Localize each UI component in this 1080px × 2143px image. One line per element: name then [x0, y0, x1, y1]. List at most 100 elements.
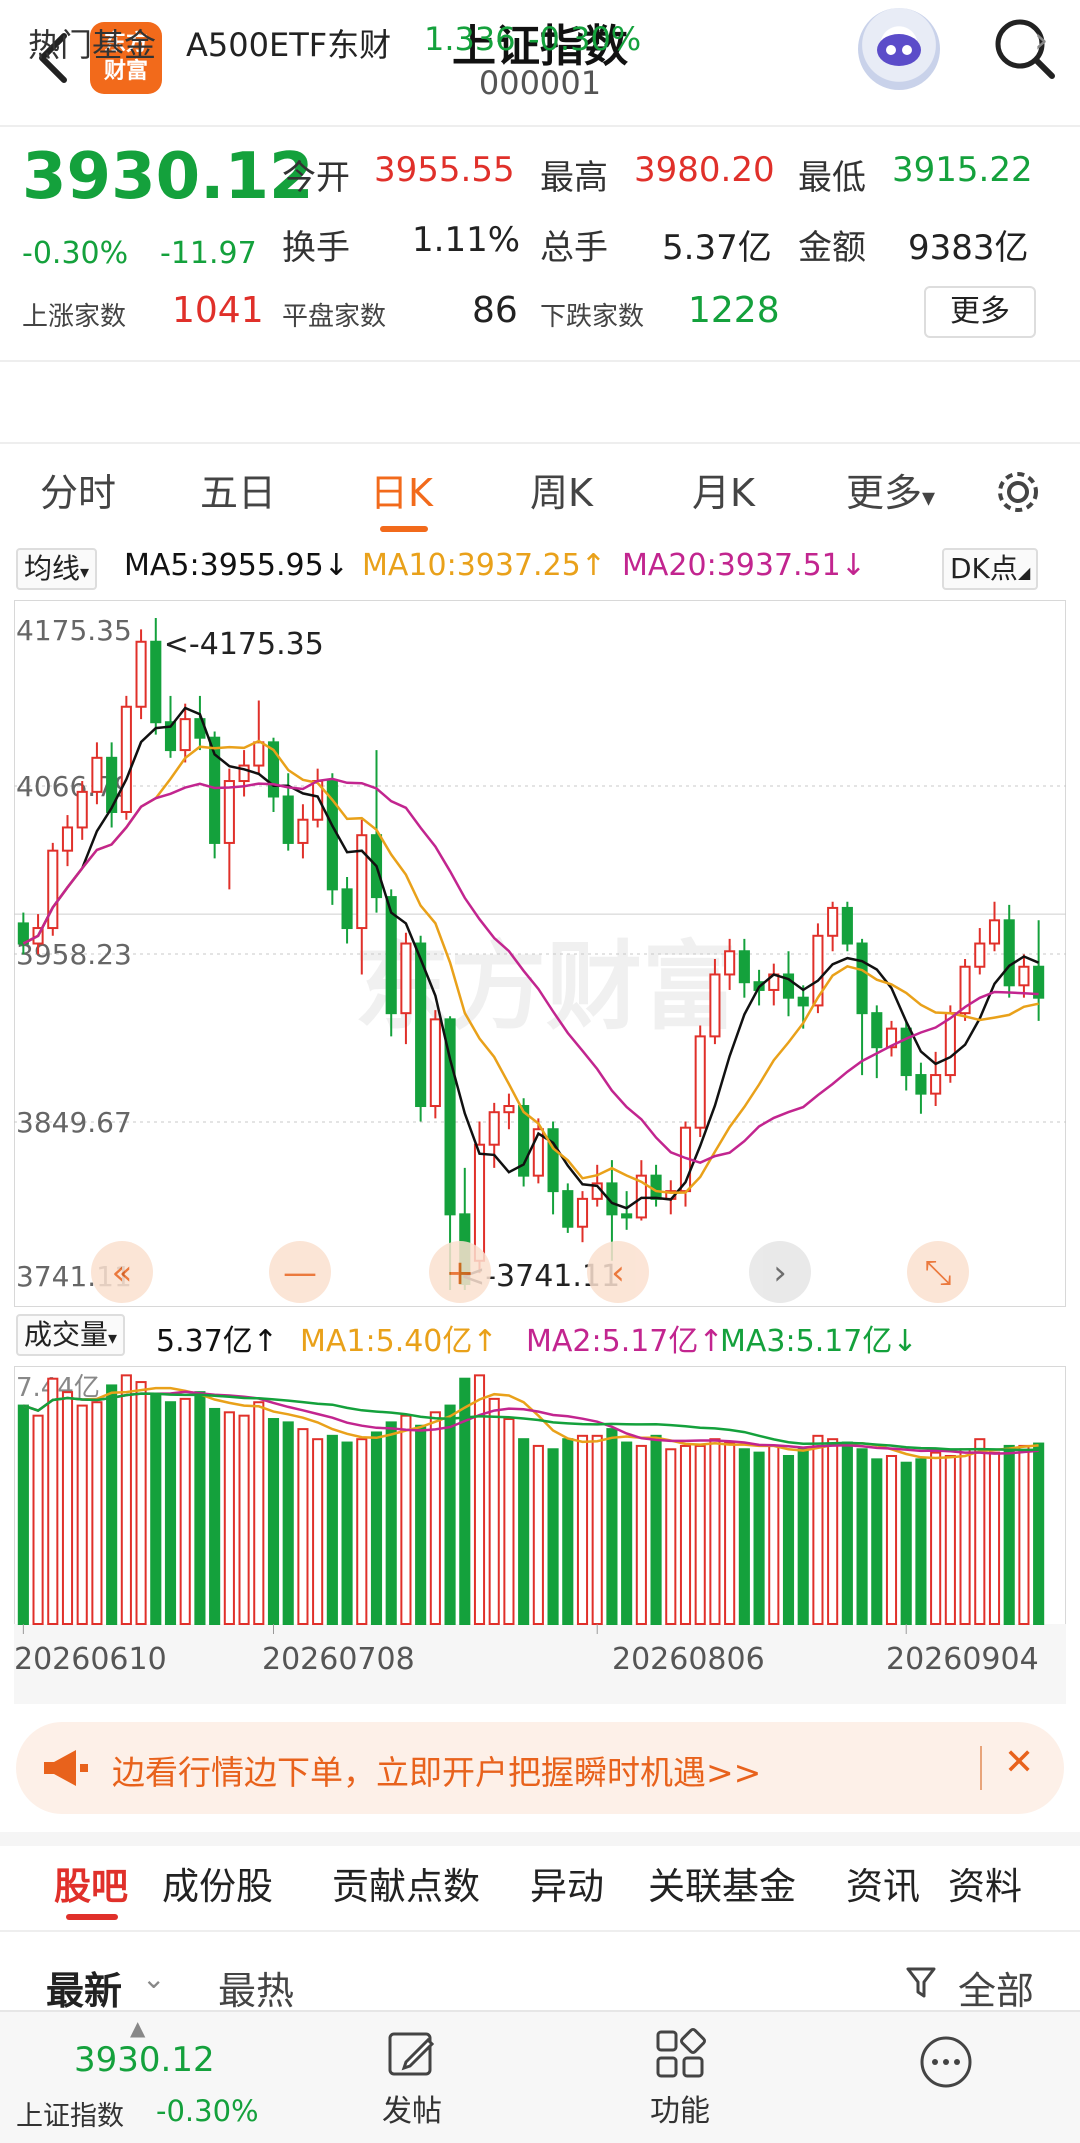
volume-bar	[576, 1434, 589, 1625]
volume-bar	[797, 1448, 809, 1625]
high-value: 3980.20	[634, 150, 775, 190]
candle-body	[47, 849, 59, 930]
current-price: 3930.12	[22, 140, 314, 214]
bottom-index-name: 上证指数	[16, 2101, 124, 2132]
gear-icon[interactable]	[992, 466, 1044, 518]
caret-down-icon: ▾	[922, 483, 936, 513]
filter-all[interactable]: 全部	[958, 1960, 1034, 2015]
volume-bar	[944, 1454, 956, 1626]
tab-week-k[interactable]: 周K	[530, 462, 593, 517]
promo-divider	[980, 1746, 982, 1790]
volume-bar	[91, 1401, 103, 1626]
hot-fund-row[interactable]	[0, 360, 1080, 444]
sort-latest[interactable]: 最新	[46, 1960, 122, 2015]
volume-bar	[120, 1374, 132, 1625]
filter-icon[interactable]	[906, 1966, 936, 2000]
tab-month-k[interactable]: 月K	[692, 462, 755, 517]
search-icon[interactable]	[990, 14, 1060, 84]
function-button[interactable]: 功能	[620, 2026, 740, 2130]
volume-bar	[164, 1401, 177, 1626]
bottom-price: 3930.12	[74, 2040, 215, 2080]
volume-bar	[724, 1441, 736, 1625]
tab-more[interactable]: 更多▾	[846, 462, 935, 517]
fast-backward-icon: «	[91, 1241, 153, 1303]
volume-bar	[665, 1448, 677, 1625]
volume-bar	[429, 1411, 441, 1625]
x-tick-label: 20260610	[14, 1642, 167, 1677]
amount-label: 金额	[798, 228, 866, 268]
candle-body	[974, 942, 986, 968]
tab-related-funds[interactable]: 关联基金	[648, 1856, 796, 1910]
volume-bar	[827, 1438, 839, 1625]
tab-intraday[interactable]: 分时	[40, 462, 116, 517]
volume-bar	[915, 1458, 927, 1626]
hot-fund-label: 热门基金	[28, 26, 157, 64]
tab-movement[interactable]: 异动	[530, 1856, 604, 1910]
kline-chart[interactable]: 东方财富4175.354066.793958.233849.673741.11<…	[14, 600, 1066, 1308]
volume-bar	[356, 1438, 368, 1625]
candle-body	[827, 906, 839, 937]
volume-bar	[223, 1411, 235, 1625]
candle-body	[91, 756, 103, 793]
x-tick-label: 20260904	[886, 1642, 1039, 1677]
ma-type-selector[interactable]: 均线▾	[16, 548, 98, 590]
tab-five-day[interactable]: 五日	[200, 462, 276, 517]
volume-bar	[61, 1391, 74, 1626]
candle-body	[503, 1105, 515, 1114]
candle-body	[915, 1074, 927, 1095]
tab-contribution[interactable]: 贡献点数	[332, 1856, 480, 1910]
caret-up-icon: ▲	[130, 2016, 146, 2040]
tab-day-k[interactable]: 日K	[370, 462, 433, 517]
flat-count: 86	[472, 290, 518, 331]
tab-news[interactable]: 资讯	[846, 1856, 920, 1910]
volume-bar	[267, 1418, 280, 1625]
post-button[interactable]: 发帖	[352, 2026, 472, 2130]
indicator-selector[interactable]: 成交量▾	[16, 1314, 126, 1356]
promo-text[interactable]: 边看行情边下单，立即开户把握瞬时机遇>>	[112, 1746, 761, 1794]
grid-icon	[656, 2028, 706, 2078]
high-label: 最高	[540, 158, 608, 198]
dk-point-selector[interactable]: DK点◢	[942, 548, 1039, 590]
tab-profile[interactable]: 资料	[948, 1856, 1022, 1910]
close-icon[interactable]: ✕	[1004, 1742, 1034, 1783]
ma10-value: MA10:3937.25↑	[362, 548, 606, 583]
y-tick-label: 3849.67	[16, 1106, 132, 1139]
stock-code: 000001	[478, 64, 602, 102]
bottom-change-pct: -0.30%	[156, 2094, 259, 2128]
hot-fund-change: -0.30%	[528, 20, 642, 58]
volume-bar	[768, 1444, 780, 1625]
volume-bar	[841, 1441, 853, 1625]
volume-bar	[17, 1404, 29, 1625]
candle-body	[356, 834, 368, 930]
volume-bar	[518, 1438, 530, 1625]
volume-bar	[1003, 1444, 1015, 1625]
volume-bar	[326, 1434, 338, 1625]
candle-body	[282, 795, 294, 844]
candle-body	[223, 780, 235, 844]
volume-bar	[179, 1397, 191, 1626]
tab-guba[interactable]: 股吧	[54, 1856, 128, 1910]
volume-bar	[370, 1431, 383, 1625]
volume-bar	[209, 1407, 221, 1625]
low-value: 3915.22	[892, 150, 1033, 190]
volume-bar	[591, 1434, 603, 1625]
more-menu-button[interactable]	[886, 2034, 1006, 2090]
candle-body	[429, 1018, 441, 1108]
chevron-down-icon[interactable]: ⌄	[142, 1962, 165, 1995]
fast-backward-icon-glyph: «	[112, 1253, 133, 1293]
volume-bar	[194, 1391, 206, 1626]
candle-body	[724, 950, 736, 976]
fullscreen-icon: ⤡	[907, 1241, 969, 1303]
candle-body	[988, 919, 1001, 945]
candle-body	[930, 1074, 942, 1095]
tab-constituents[interactable]: 成份股	[162, 1856, 273, 1910]
more-button[interactable]: 更多	[924, 286, 1036, 338]
step-back-icon-glyph: ‹	[611, 1253, 625, 1293]
edit-icon	[388, 2032, 435, 2076]
chevron-right-icon: ›	[1034, 20, 1049, 61]
volume-bar	[473, 1374, 486, 1625]
sort-hot[interactable]: 最热	[218, 1960, 294, 2015]
volume-bar	[341, 1441, 353, 1625]
robot-assistant-icon[interactable]	[858, 8, 940, 90]
vol-ma2: MA2:5.17亿↑	[526, 1324, 724, 1359]
